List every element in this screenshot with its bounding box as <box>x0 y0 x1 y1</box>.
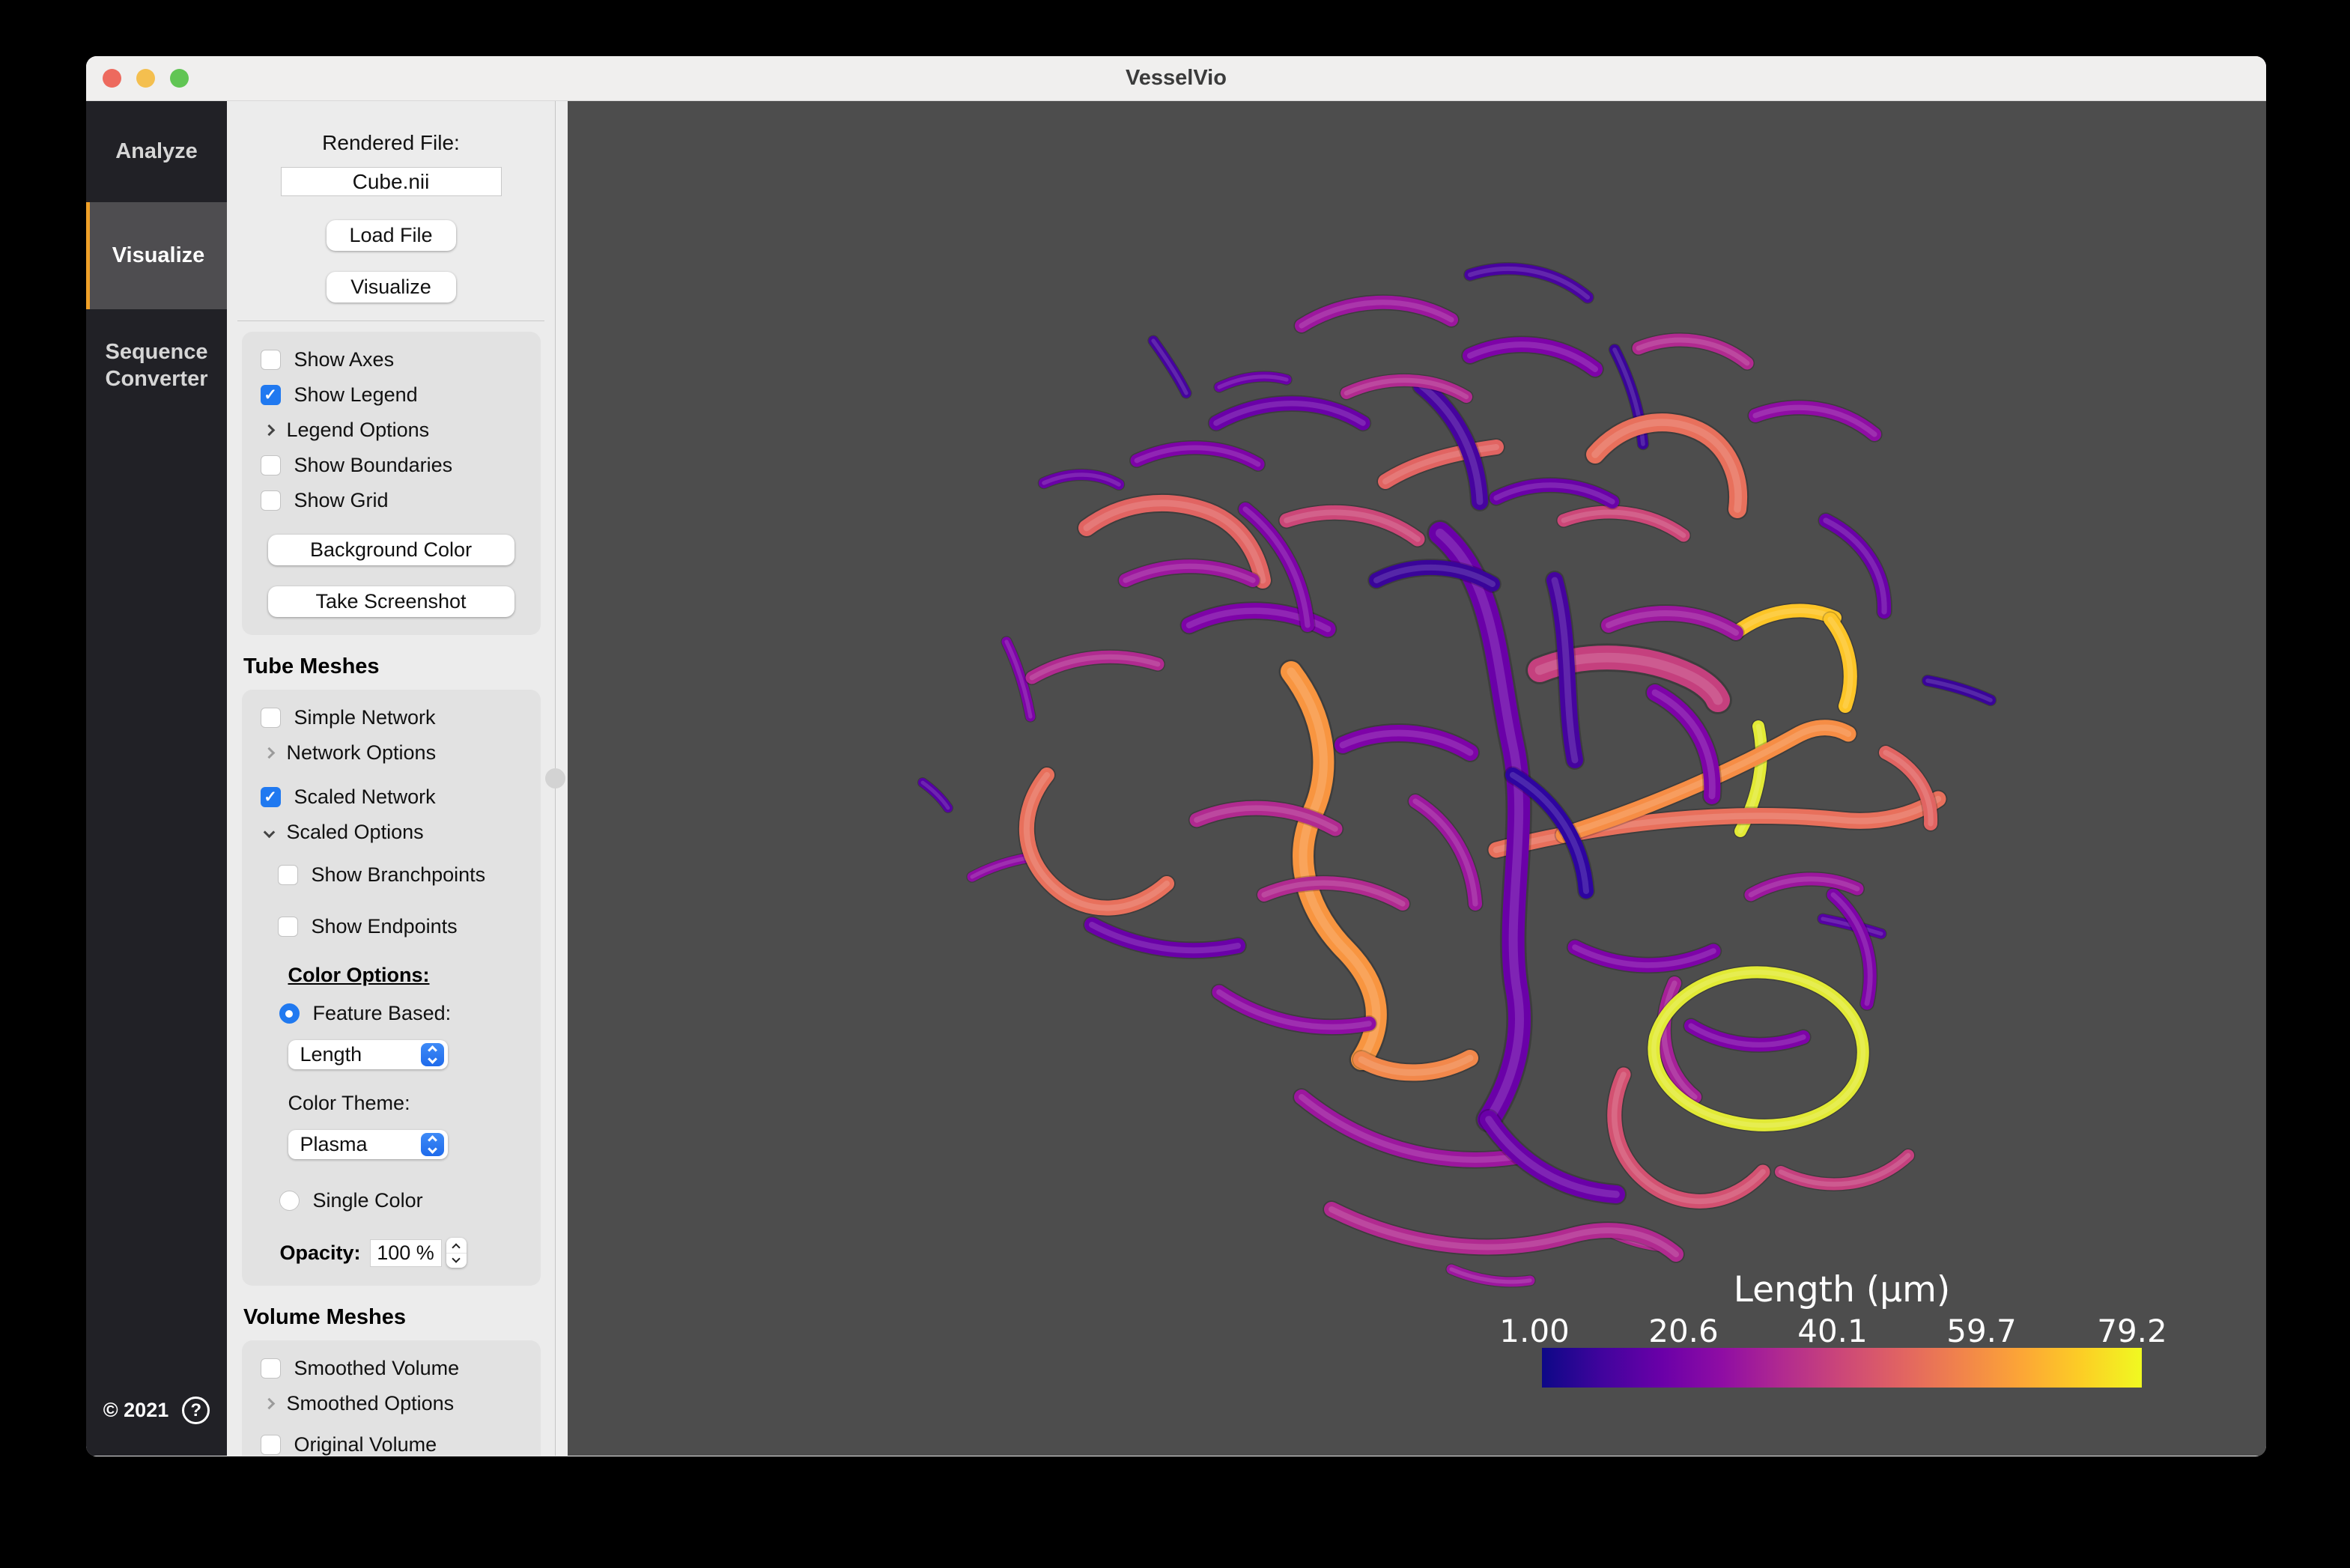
single-color-label: Single Color <box>313 1189 423 1212</box>
tube-meshes-heading: Tube Meshes <box>243 654 555 679</box>
show-axes-row[interactable]: Show Axes <box>261 348 541 371</box>
show-axes-checkbox[interactable] <box>261 350 281 370</box>
vessel-render <box>568 101 2266 1456</box>
volume-meshes-heading: Volume Meshes <box>243 1305 555 1330</box>
legend-tick: 79.2 <box>2097 1313 2167 1349</box>
show-boundaries-checkbox[interactable] <box>261 455 281 475</box>
rendered-file-label: Rendered File: <box>227 131 555 155</box>
select-updown-icon <box>421 1043 444 1066</box>
visualize-button[interactable]: Visualize <box>327 272 456 303</box>
original-volume-row[interactable]: Original Volume <box>261 1433 541 1456</box>
splitter-handle[interactable] <box>545 768 565 788</box>
title-bar: VesselVio <box>86 56 2266 101</box>
simple-network-checkbox[interactable] <box>261 708 281 728</box>
zoom-window-icon[interactable] <box>170 69 189 88</box>
close-window-icon[interactable] <box>103 69 121 88</box>
show-axes-label: Show Axes <box>294 348 395 371</box>
simple-network-label: Simple Network <box>294 706 436 729</box>
tab-analyze[interactable]: Analyze <box>86 101 227 202</box>
background-color-button[interactable]: Background Color <box>268 535 514 565</box>
color-options-heading: Color Options: <box>288 964 541 987</box>
single-color-row[interactable]: Single Color <box>279 1189 541 1212</box>
feature-based-row[interactable]: Feature Based: <box>279 1002 541 1025</box>
legend-tick: 40.1 <box>1797 1313 1868 1349</box>
simple-network-row[interactable]: Simple Network <box>261 706 541 729</box>
original-volume-checkbox[interactable] <box>261 1435 281 1455</box>
network-options-label: Network Options <box>287 741 437 765</box>
tube-meshes-group: Simple Network Network Options Scaled Ne… <box>242 690 541 1286</box>
scaled-network-label: Scaled Network <box>294 785 436 809</box>
show-endpoints-row[interactable]: Show Endpoints <box>278 915 541 938</box>
show-legend-label: Show Legend <box>294 383 418 407</box>
show-endpoints-label: Show Endpoints <box>312 915 458 938</box>
legend-tick: 59.7 <box>1946 1313 2017 1349</box>
legend-options-row[interactable]: Legend Options <box>261 419 541 442</box>
chevron-right-icon[interactable] <box>263 425 275 437</box>
opacity-label: Opacity: <box>280 1242 361 1265</box>
load-file-button[interactable]: Load File <box>327 220 456 251</box>
rendered-file-field[interactable]: Cube.nii <box>281 167 502 196</box>
panel-splitter[interactable] <box>555 101 568 1456</box>
sidebar: Analyze Visualize Sequence Converter © 2… <box>86 101 227 1456</box>
legend-title: Length (μm) <box>1542 1269 2142 1310</box>
smoothed-options-row[interactable]: Smoothed Options <box>261 1392 541 1415</box>
show-grid-label: Show Grid <box>294 489 389 512</box>
opacity-stepper[interactable] <box>446 1238 467 1268</box>
smoothed-volume-checkbox[interactable] <box>261 1358 281 1379</box>
chevron-down-icon[interactable] <box>263 827 275 839</box>
select-updown-icon <box>421 1133 444 1156</box>
chevron-right-icon[interactable] <box>263 747 275 759</box>
show-legend-checkbox[interactable] <box>261 385 281 405</box>
theme-select-value: Plasma <box>300 1133 368 1156</box>
app-window: VesselVio Analyze Visualize Sequence Con… <box>86 56 2266 1456</box>
render-viewport[interactable]: Length (μm) 1.00 20.6 40.1 59.7 79.2 <box>568 101 2266 1456</box>
scaled-options-label: Scaled Options <box>287 821 424 844</box>
smoothed-volume-row[interactable]: Smoothed Volume <box>261 1357 541 1380</box>
show-endpoints-checkbox[interactable] <box>278 917 298 937</box>
legend-tick: 1.00 <box>1499 1313 1570 1349</box>
scaled-network-checkbox[interactable] <box>261 787 281 807</box>
control-panel: Rendered File: Cube.nii Load File Visual… <box>227 101 568 1456</box>
legend-options-label: Legend Options <box>287 419 430 442</box>
show-boundaries-row[interactable]: Show Boundaries <box>261 454 541 477</box>
take-screenshot-button[interactable]: Take Screenshot <box>268 586 514 617</box>
legend-tick: 20.6 <box>1648 1313 1719 1349</box>
feature-based-label: Feature Based: <box>313 1002 452 1025</box>
traffic-lights <box>103 56 189 100</box>
smoothed-options-label: Smoothed Options <box>287 1392 455 1415</box>
divider <box>237 320 544 321</box>
scaled-options-row[interactable]: Scaled Options <box>261 821 541 844</box>
show-boundaries-label: Show Boundaries <box>294 454 453 477</box>
help-icon[interactable]: ? <box>182 1397 210 1424</box>
chevron-right-icon[interactable] <box>263 1398 275 1410</box>
feature-based-radio[interactable] <box>279 1003 300 1024</box>
tab-sequence-converter[interactable]: Sequence Converter <box>86 309 227 422</box>
show-legend-row[interactable]: Show Legend <box>261 383 541 407</box>
opacity-row: Opacity: 100 % <box>261 1238 541 1268</box>
color-theme-label: Color Theme: <box>288 1092 541 1115</box>
display-options-group: Show Axes Show Legend Legend Options Sho… <box>242 332 541 635</box>
volume-meshes-group: Smoothed Volume Smoothed Options Origina… <box>242 1340 541 1456</box>
stepper-up-icon[interactable] <box>452 1243 460 1251</box>
single-color-radio[interactable] <box>279 1191 300 1211</box>
minimize-window-icon[interactable] <box>136 69 155 88</box>
show-grid-row[interactable]: Show Grid <box>261 489 541 512</box>
copyright-text: © 2021 <box>103 1399 168 1422</box>
feature-select[interactable]: Length <box>288 1040 448 1069</box>
scaled-network-row[interactable]: Scaled Network <box>261 785 541 809</box>
opacity-field[interactable]: 100 % <box>370 1239 442 1267</box>
tab-visualize[interactable]: Visualize <box>86 202 227 309</box>
theme-select[interactable]: Plasma <box>288 1130 448 1159</box>
show-branchpoints-checkbox[interactable] <box>278 865 298 885</box>
show-branchpoints-label: Show Branchpoints <box>312 863 486 887</box>
stepper-down-icon[interactable] <box>452 1254 460 1262</box>
legend-colorbar <box>1542 1348 2142 1388</box>
show-grid-checkbox[interactable] <box>261 490 281 511</box>
show-branchpoints-row[interactable]: Show Branchpoints <box>278 863 541 887</box>
original-volume-label: Original Volume <box>294 1433 437 1456</box>
network-options-row[interactable]: Network Options <box>261 741 541 765</box>
window-title: VesselVio <box>1126 66 1227 91</box>
smoothed-volume-label: Smoothed Volume <box>294 1357 460 1380</box>
feature-select-value: Length <box>300 1043 362 1066</box>
